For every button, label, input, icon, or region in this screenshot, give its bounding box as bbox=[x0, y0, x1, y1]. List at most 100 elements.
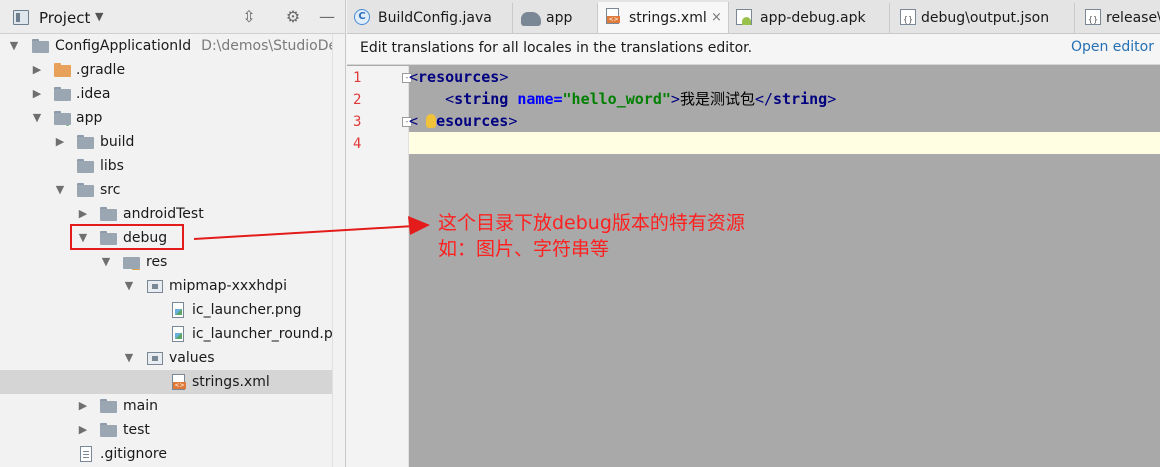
tab-app-debug-apk[interactable]: app-debug.apk bbox=[729, 3, 890, 33]
annotation-line-2: 如：图片、字符串等 bbox=[438, 238, 610, 260]
chevron-down-icon[interactable]: ▼ bbox=[100, 254, 112, 270]
translations-notice-bar: Edit translations for all locales in the… bbox=[347, 34, 1160, 65]
tree-item-mipmap[interactable]: ▼ mipmap-xxxhdpi bbox=[0, 274, 345, 298]
line-number: 2 bbox=[353, 92, 362, 108]
close-icon[interactable]: × bbox=[711, 4, 722, 32]
tree-item-label: src bbox=[100, 182, 121, 198]
folder-icon bbox=[54, 62, 72, 78]
tree-item-label: main bbox=[123, 398, 158, 414]
json-icon: {} bbox=[1085, 9, 1101, 25]
resource-folder-icon bbox=[123, 254, 141, 270]
folder-icon bbox=[100, 422, 118, 438]
tab-strings-xml[interactable]: strings.xml × bbox=[598, 2, 729, 33]
project-view-icon bbox=[13, 10, 29, 25]
chevron-right-icon[interactable]: ▶ bbox=[31, 62, 43, 78]
module-folder-icon bbox=[32, 38, 50, 54]
collapse-all-icon[interactable]: ⇳ bbox=[240, 8, 258, 26]
project-panel-header: Project ▼ ⇳ ⚙ — bbox=[0, 0, 345, 34]
tab-label: debug\output.json bbox=[921, 10, 1050, 26]
tree-item-configapplicationid[interactable]: ▼ ConfigApplicationId D:\demos\StudioDem bbox=[0, 34, 346, 58]
chevron-down-icon[interactable]: ▼ bbox=[31, 110, 43, 126]
line-number: 1 bbox=[353, 70, 362, 86]
code-line-4[interactable] bbox=[409, 132, 1160, 154]
tree-item-label: libs bbox=[100, 158, 124, 174]
tree-item-res[interactable]: ▼ res bbox=[0, 250, 345, 274]
tree-item-label: .gitignore bbox=[100, 446, 167, 462]
tree-item-strings-xml[interactable]: strings.xml bbox=[0, 370, 345, 394]
image-file-icon bbox=[169, 326, 187, 342]
tree-item-androidtest[interactable]: ▶ androidTest bbox=[0, 202, 345, 226]
package-icon bbox=[146, 350, 164, 366]
tab-label: app bbox=[546, 10, 573, 26]
annotation-line-1: 这个目录下放debug版本的特有资源 bbox=[438, 212, 745, 234]
tree-item-label: ic_launcher.png bbox=[192, 302, 302, 318]
tree-item-ic-launcher-round[interactable]: ic_launcher_round.png bbox=[0, 322, 346, 346]
chevron-right-icon[interactable]: ▶ bbox=[77, 422, 89, 438]
debug-highlight-box bbox=[70, 224, 184, 250]
tab-release-output-json[interactable]: {} release\ bbox=[1075, 3, 1160, 33]
tree-item-src[interactable]: ▼ src bbox=[0, 178, 345, 202]
tab-label: release\ bbox=[1106, 10, 1160, 26]
tree-item-label: res bbox=[146, 254, 168, 270]
chevron-down-icon[interactable]: ▼ bbox=[123, 278, 135, 294]
tree-item-label: androidTest bbox=[123, 206, 204, 222]
folder-icon bbox=[100, 206, 118, 222]
chevron-down-icon[interactable]: ▼ bbox=[95, 10, 103, 23]
chevron-right-icon[interactable]: ▶ bbox=[54, 134, 66, 150]
notice-message: Edit translations for all locales in the… bbox=[360, 40, 753, 56]
tab-label: app-debug.apk bbox=[760, 10, 866, 26]
tree-item-label: test bbox=[123, 422, 150, 438]
code-line-1[interactable]: <resources> bbox=[409, 66, 1160, 88]
tree-item-label: ConfigApplicationId bbox=[55, 38, 192, 54]
code-line-2[interactable]: <string name="hello_word">我是测试包</string> bbox=[409, 88, 1160, 110]
project-path: D:\demos\StudioDem bbox=[201, 38, 346, 54]
line-number: 4 bbox=[353, 136, 362, 152]
project-panel-scrollbar[interactable] bbox=[332, 34, 345, 467]
tree-item-label: app bbox=[76, 110, 103, 126]
lightbulb-icon[interactable] bbox=[426, 114, 436, 128]
tree-item-build[interactable]: ▶ build bbox=[0, 130, 345, 154]
tab-debug-output-json[interactable]: {} debug\output.json bbox=[890, 3, 1075, 33]
tree-item-label: values bbox=[169, 350, 215, 366]
annotation-text: 这个目录下放debug版本的特有资源 如：图片、字符串等 bbox=[438, 210, 745, 262]
module-folder-icon bbox=[54, 110, 72, 127]
project-view-title[interactable]: Project bbox=[39, 9, 90, 27]
tab-label: strings.xml bbox=[629, 10, 707, 26]
class-icon: C bbox=[354, 9, 370, 25]
gear-icon[interactable]: ⚙ bbox=[284, 8, 302, 26]
tree-item-idea[interactable]: ▶ .idea bbox=[0, 82, 345, 106]
gradle-icon bbox=[521, 12, 541, 26]
chevron-down-icon[interactable]: ▼ bbox=[54, 182, 66, 198]
line-number: 3 bbox=[353, 114, 362, 130]
chevron-right-icon[interactable]: ▶ bbox=[77, 206, 89, 222]
tree-item-ic-launcher[interactable]: ic_launcher.png bbox=[0, 298, 345, 322]
tree-item-values[interactable]: ▼ values bbox=[0, 346, 345, 370]
tree-item-test[interactable]: ▶ test bbox=[0, 418, 345, 442]
tree-item-label: ic_launcher_round.png bbox=[192, 326, 346, 342]
tree-item-label: build bbox=[100, 134, 135, 150]
chevron-right-icon[interactable]: ▶ bbox=[77, 398, 89, 414]
editor-tab-bar: C BuildConfig.java app strings.xml × app… bbox=[347, 0, 1160, 34]
folder-icon bbox=[100, 398, 118, 414]
tree-item-label: strings.xml bbox=[192, 374, 270, 390]
tree-item-label: .gradle bbox=[76, 62, 126, 78]
folder-icon bbox=[77, 134, 95, 150]
hide-panel-icon[interactable]: — bbox=[318, 8, 336, 26]
open-editor-link[interactable]: Open editor bbox=[1071, 39, 1154, 55]
tree-item-label: mipmap-xxxhdpi bbox=[169, 278, 287, 294]
chevron-right-icon[interactable]: ▶ bbox=[31, 86, 43, 102]
editor-gutter: 1 2 3 4 - - bbox=[347, 66, 412, 467]
code-line-3[interactable]: </resources> bbox=[409, 110, 1160, 132]
package-icon bbox=[146, 278, 164, 294]
tab-app-gradle[interactable]: app bbox=[513, 3, 598, 33]
chevron-down-icon[interactable]: ▼ bbox=[123, 350, 135, 366]
tab-buildconfig-java[interactable]: C BuildConfig.java bbox=[347, 3, 513, 33]
xml-file-icon bbox=[169, 374, 187, 390]
tree-item-gitignore[interactable]: .gitignore bbox=[0, 442, 345, 466]
tree-item-main[interactable]: ▶ main bbox=[0, 394, 345, 418]
text-file-icon bbox=[77, 446, 95, 462]
chevron-down-icon[interactable]: ▼ bbox=[8, 38, 20, 54]
tree-item-app[interactable]: ▼ app bbox=[0, 106, 345, 130]
tree-item-libs[interactable]: libs bbox=[0, 154, 345, 178]
tree-item-gradle[interactable]: ▶ .gradle bbox=[0, 58, 345, 82]
